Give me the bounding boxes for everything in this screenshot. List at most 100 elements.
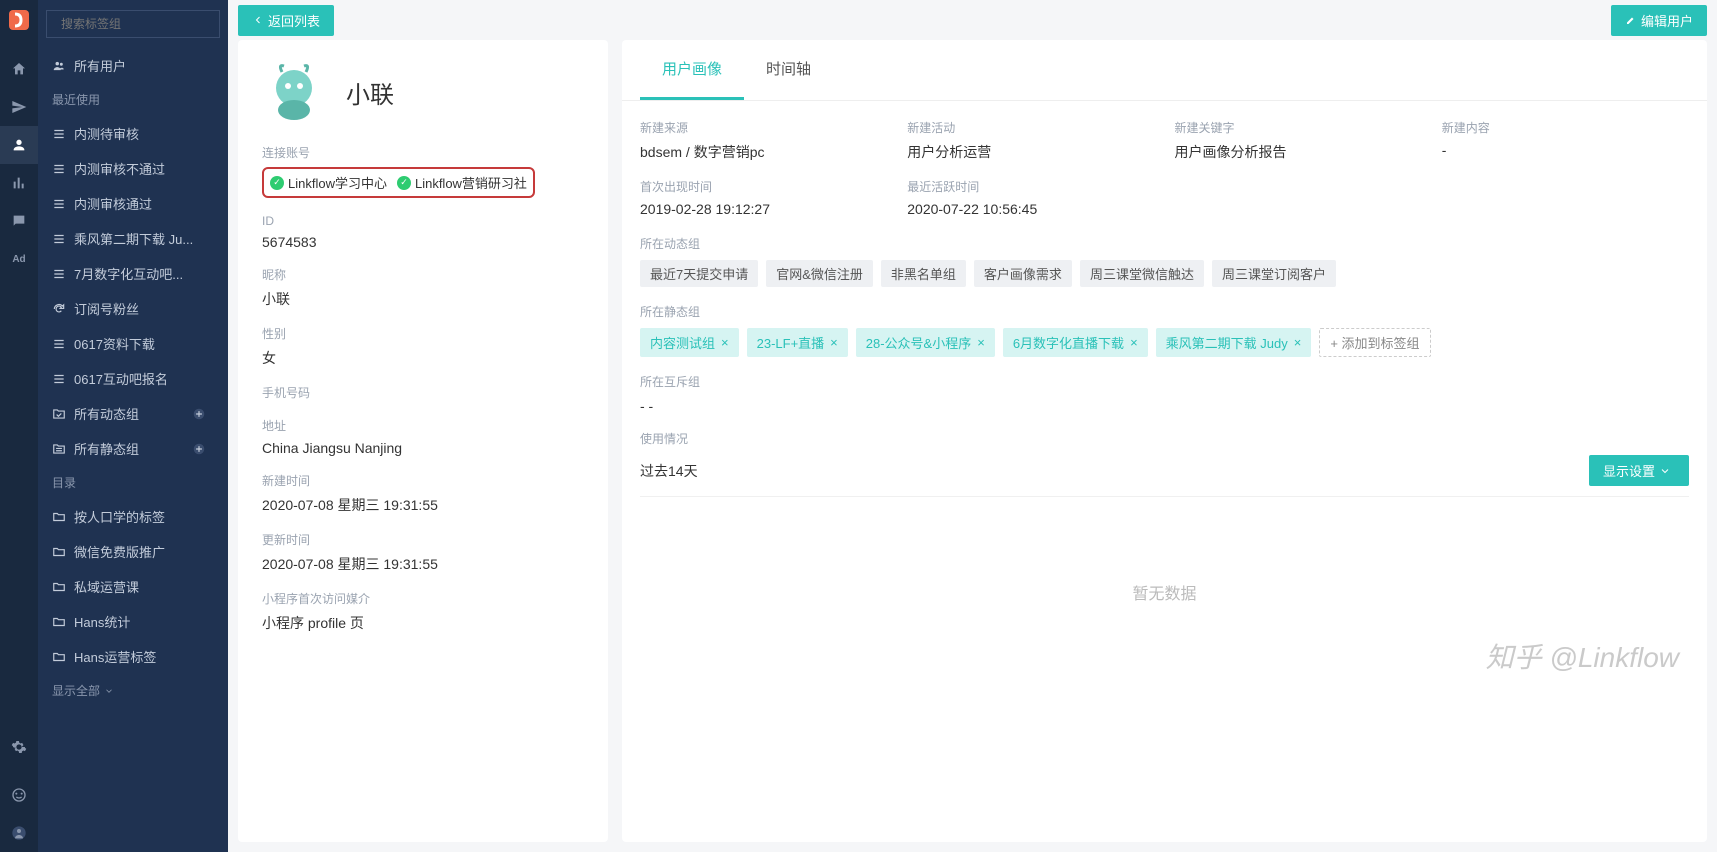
sidebar-item-label: 乘风第二期下载 Ju... — [74, 229, 193, 248]
static-group-tag[interactable]: 乘风第二期下载 Judy× — [1156, 328, 1312, 357]
remove-tag-icon[interactable]: × — [977, 335, 985, 350]
list-icon — [52, 127, 66, 141]
edit-user-button[interactable]: 编辑用户 — [1611, 5, 1707, 36]
folder-icon — [52, 580, 66, 594]
field-value: 女 — [262, 348, 584, 368]
sidebar-folder-item[interactable]: 私域运营课 — [38, 569, 228, 604]
sidebar-show-all[interactable]: 显示全部 — [38, 674, 228, 707]
show-settings-label: 显示设置 — [1603, 461, 1655, 480]
rail-chat-icon[interactable] — [0, 202, 38, 240]
detail-field: 新建关键字用户画像分析报告 — [1175, 119, 1422, 162]
sidebar-recent-item[interactable]: 乘风第二期下载 Ju... — [38, 221, 228, 256]
list-icon — [52, 267, 66, 281]
remove-tag-icon[interactable]: × — [721, 335, 729, 350]
detail-field: 新建来源bdsem / 数字营销pc — [640, 119, 887, 162]
sidebar: 所有用户 最近使用 内测待审核内测审核不通过内测审核通过乘风第二期下载 Ju..… — [38, 0, 228, 852]
dynamic-group-tag[interactable]: 周三课堂微信触达 — [1080, 260, 1204, 287]
remove-tag-icon[interactable]: × — [1294, 335, 1302, 350]
field-label: 新建关键字 — [1175, 119, 1422, 136]
sidebar-folder-item[interactable]: Hans统计 — [38, 604, 228, 639]
rail-settings-icon[interactable] — [0, 728, 38, 766]
field-label: 性别 — [262, 325, 584, 342]
sidebar-show-all-label: 显示全部 — [52, 682, 100, 699]
search-box[interactable] — [46, 10, 220, 38]
tab-user-portrait[interactable]: 用户画像 — [640, 40, 744, 100]
rail-home-icon[interactable] — [0, 50, 38, 88]
icon-rail: Ad — [0, 0, 38, 852]
sidebar-recent-item[interactable]: 0617互动吧报名 — [38, 361, 228, 396]
linked-accounts-box: ✓Linkflow学习中心 ✓Linkflow营销研习社 — [262, 167, 535, 198]
linked-account-chip[interactable]: ✓Linkflow学习中心 — [270, 173, 387, 192]
sidebar-folder-item[interactable]: Hans运营标签 — [38, 639, 228, 674]
sidebar-all-dynamic[interactable]: 所有动态组 — [38, 396, 228, 431]
list-icon — [52, 337, 66, 351]
search-input[interactable] — [61, 17, 216, 31]
static-group-tag[interactable]: 内容测试组× — [640, 328, 739, 357]
rail-chart-icon[interactable] — [0, 164, 38, 202]
sidebar-item-label: 内测待审核 — [74, 124, 139, 143]
plus-circle-icon[interactable] — [192, 442, 206, 456]
rail-help-icon[interactable] — [0, 776, 38, 814]
folder-icon — [52, 510, 66, 524]
sidebar-recent-item[interactable]: 7月数字化互动吧... — [38, 256, 228, 291]
field-value: 2019-02-28 19:12:27 — [640, 201, 887, 217]
folder-icon — [52, 615, 66, 629]
sidebar-item-label: 订阅号粉丝 — [74, 299, 139, 318]
rail-ad-icon[interactable]: Ad — [0, 240, 38, 278]
sidebar-all-static-label: 所有静态组 — [74, 439, 139, 458]
add-tag-button[interactable]: + 添加到标签组 — [1319, 328, 1430, 357]
mutex-value: - - — [640, 398, 1689, 414]
chevron-down-icon — [104, 686, 114, 696]
sidebar-recent-item[interactable]: 内测审核通过 — [38, 186, 228, 221]
dynamic-group-tag[interactable]: 客户画像需求 — [974, 260, 1072, 287]
sidebar-recent-label: 最近使用 — [38, 83, 228, 116]
tabs: 用户画像 时间轴 — [622, 40, 1707, 101]
sidebar-recent-item[interactable]: 0617资料下载 — [38, 326, 228, 361]
back-button[interactable]: 返回列表 — [238, 5, 334, 36]
static-group-tag[interactable]: 28-公众号&小程序× — [856, 328, 995, 357]
sidebar-item-label: Hans运营标签 — [74, 647, 156, 666]
static-group-tag[interactable]: 23-LF+直播× — [747, 328, 848, 357]
profile-field: 更新时间2020-07-08 星期三 19:31:55 — [262, 531, 584, 574]
folder-static-icon — [52, 442, 66, 456]
plus-circle-icon[interactable] — [192, 407, 206, 421]
remove-tag-icon[interactable]: × — [1130, 335, 1138, 350]
profile-field: 新建时间2020-07-08 星期三 19:31:55 — [262, 472, 584, 515]
detail-field: 新建内容- — [1442, 119, 1689, 162]
sidebar-recent-item[interactable]: 内测审核不通过 — [38, 151, 228, 186]
detail-field: 新建活动用户分析运营 — [907, 119, 1154, 162]
sidebar-recent-item[interactable]: 内测待审核 — [38, 116, 228, 151]
wechat-dot-icon: ✓ — [397, 176, 411, 190]
rail-user-icon[interactable] — [0, 126, 38, 164]
dynamic-group-tag[interactable]: 最近7天提交申请 — [640, 260, 758, 287]
mutex-group-label: 所在互斥组 — [640, 373, 1689, 390]
sidebar-catalog-label: 目录 — [38, 466, 228, 499]
list-icon — [52, 197, 66, 211]
sidebar-recent-item[interactable]: 订阅号粉丝 — [38, 291, 228, 326]
no-data-text: 暂无数据 — [1132, 580, 1196, 604]
dynamic-group-tag[interactable]: 周三课堂订阅客户 — [1212, 260, 1336, 287]
rail-send-icon[interactable] — [0, 88, 38, 126]
arrow-left-icon — [252, 14, 264, 26]
show-settings-button[interactable]: 显示设置 — [1589, 455, 1689, 486]
profile-card: 小联 连接账号 ✓Linkflow学习中心 ✓Linkflow营销研习社 ID5… — [238, 40, 608, 842]
folder-icon — [52, 650, 66, 664]
refresh-icon — [52, 302, 66, 316]
remove-tag-icon[interactable]: × — [830, 335, 838, 350]
sidebar-folder-item[interactable]: 微信免费版推广 — [38, 534, 228, 569]
sidebar-folder-item[interactable]: 按人口学的标签 — [38, 499, 228, 534]
field-label: 昵称 — [262, 266, 584, 283]
rail-avatar-icon[interactable] — [0, 814, 38, 852]
usage-label: 使用情况 — [640, 430, 1689, 447]
static-group-tag[interactable]: 6月数字化直播下载× — [1003, 328, 1148, 357]
sidebar-all-users[interactable]: 所有用户 — [38, 48, 228, 83]
dynamic-group-tag[interactable]: 官网&微信注册 — [766, 260, 873, 287]
profile-field: 地址China Jiangsu Nanjing — [262, 417, 584, 456]
linked-account-chip[interactable]: ✓Linkflow营销研习社 — [397, 173, 527, 192]
field-value: 2020-07-08 星期三 19:31:55 — [262, 495, 584, 515]
sidebar-all-static[interactable]: 所有静态组 — [38, 431, 228, 466]
field-value: 2020-07-08 星期三 19:31:55 — [262, 554, 584, 574]
field-label: 首次出现时间 — [640, 178, 887, 195]
tab-timeline[interactable]: 时间轴 — [744, 40, 833, 100]
dynamic-group-tag[interactable]: 非黑名单组 — [881, 260, 966, 287]
